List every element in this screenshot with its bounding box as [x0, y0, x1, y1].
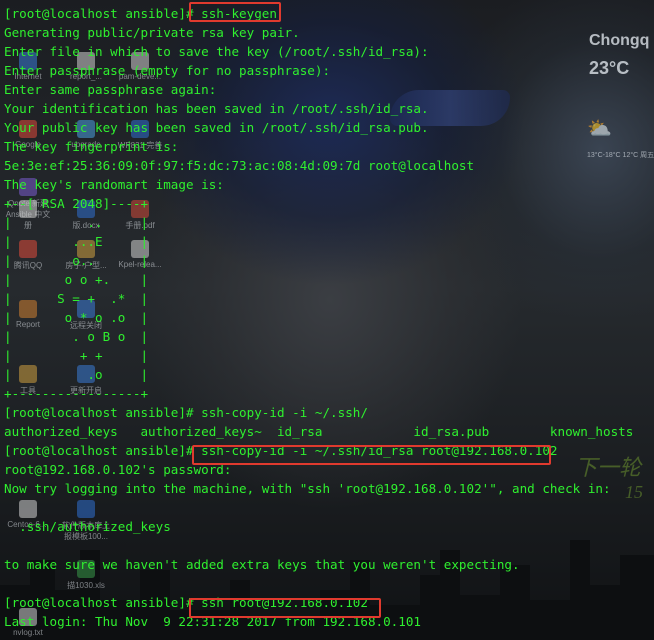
terminal-window[interactable]: [root@localhost ansible]# ssh-keygen Gene…	[0, 0, 654, 640]
terminal-line: | + + |	[4, 348, 149, 363]
terminal-line: .ssh/authorized_keys	[4, 519, 171, 534]
terminal-line: authorized_keys authorized_keys~ id_rsa …	[4, 424, 634, 439]
terminal-line: | ...E |	[4, 234, 149, 249]
terminal-line: Your identification has been saved in /r…	[4, 101, 429, 116]
terminal-line: [root@localhost ansible]# ssh-copy-id -i…	[4, 405, 368, 420]
terminal-line: | .. |	[4, 215, 149, 230]
terminal-line: Generating public/private rsa key pair.	[4, 25, 300, 40]
terminal-line: The key's randomart image is:	[4, 177, 224, 192]
terminal-line: Enter file in which to save the key (/ro…	[4, 44, 429, 59]
terminal-line: Enter same passphrase again:	[4, 82, 217, 97]
terminal-line: | S = + .* |	[4, 291, 149, 306]
terminal-line: 5e:3e:ef:25:36:09:0f:97:f5:dc:73:ac:08:4…	[4, 158, 475, 173]
terminal-line: +-----------------+	[4, 386, 149, 401]
terminal-line: Your public key has been saved in /root/…	[4, 120, 429, 135]
terminal-line: | . o B o |	[4, 329, 149, 344]
highlight-ssh-copy-id	[192, 445, 551, 465]
terminal-line: | .o |	[4, 367, 149, 382]
terminal-line: | o o +. |	[4, 272, 149, 287]
highlight-ssh-keygen	[189, 2, 281, 22]
terminal-line: | o.. |	[4, 253, 149, 268]
terminal-line: | o * o .o |	[4, 310, 149, 325]
terminal-line: The key fingerprint is:	[4, 139, 179, 154]
highlight-ssh-login	[189, 598, 381, 618]
terminal-line: +--[ RSA 2048]----+	[4, 196, 149, 211]
terminal-line: to make sure we haven't added extra keys…	[4, 557, 520, 572]
terminal-line: Now try logging into the machine, with "…	[4, 481, 611, 496]
terminal-line: Enter passphrase (empty for no passphras…	[4, 63, 331, 78]
